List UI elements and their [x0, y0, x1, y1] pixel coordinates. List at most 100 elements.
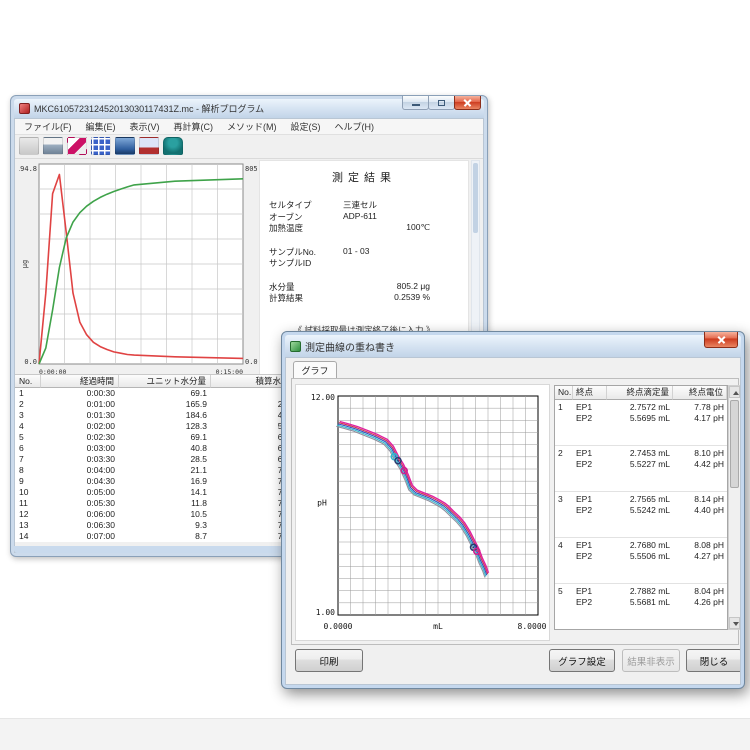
scroll-down-button[interactable]	[729, 617, 740, 629]
dialog-caption-buttons	[705, 332, 738, 348]
endpoint-table-scrollbar[interactable]	[728, 385, 741, 630]
endpoint-names: EP1EP2	[573, 400, 607, 445]
table-cell: 0:03:30	[41, 454, 119, 465]
endpoint-table-header: No.終点終点滴定量終点電位	[555, 386, 727, 400]
water-drift-chart: 194.8805.30.00.00:00:000:15:00μgμg	[19, 162, 271, 378]
table-cell: 5	[15, 432, 41, 443]
table-cell: 184.6	[119, 410, 211, 421]
table-cell: 21.1	[119, 465, 211, 476]
table-cell: 0:01:00	[41, 399, 119, 410]
endpoint-potentials: 8.14 pH4.40 pH	[673, 492, 727, 537]
close-icon	[463, 98, 472, 107]
close-dialog-button[interactable]: 閉じる	[686, 649, 741, 672]
table-cell: 69.1	[119, 388, 211, 399]
menu-item-4[interactable]: メソッド(M)	[220, 120, 284, 133]
graph-settings-button[interactable]: グラフ設定	[549, 649, 615, 672]
svg-text:0.0000: 0.0000	[324, 622, 353, 631]
dialog-client-area: グラフ 12.001.00pH0.0000mL8.0000 No.終点終点滴定量…	[285, 357, 741, 685]
menu-item-0[interactable]: ファイル(F)	[17, 120, 79, 133]
table-cell: 1	[15, 388, 41, 399]
close-button[interactable]	[454, 96, 481, 110]
table-cell: 165.9	[119, 399, 211, 410]
table-cell: 28.5	[119, 454, 211, 465]
scrollbar-thumb[interactable]	[730, 400, 739, 488]
grid-icon[interactable]	[91, 137, 111, 155]
scroll-up-button[interactable]	[729, 386, 740, 398]
tab-graph[interactable]: グラフ	[293, 361, 337, 379]
column-header[interactable]: 終点電位	[673, 386, 727, 400]
maximize-icon	[438, 100, 445, 106]
menu-item-3[interactable]: 再計算(C)	[167, 120, 221, 133]
endpoint-row[interactable]: 5EP1EP22.7882 mL5.5681 mL8.04 pH4.26 pH	[555, 584, 727, 630]
menu-item-5[interactable]: 設定(S)	[284, 120, 328, 133]
table-cell: 6	[15, 443, 41, 454]
monitor-icon[interactable]	[115, 137, 135, 155]
endpoint-volumes: 2.7680 mL5.5506 mL	[607, 538, 673, 583]
result-value: 三連セル	[343, 199, 377, 211]
print-button[interactable]: 印刷	[295, 649, 363, 672]
endpoint-no: 1	[555, 400, 573, 445]
result-label: 計算結果	[269, 292, 303, 304]
endpoint-potentials: 8.08 pH4.27 pH	[673, 538, 727, 583]
column-header[interactable]: 終点滴定量	[607, 386, 673, 400]
report-icon[interactable]	[19, 137, 39, 155]
svg-text:8.0000: 8.0000	[518, 622, 547, 631]
window-title: MKC610572312452013030117431Z.mc - 解析プログラ…	[34, 102, 264, 115]
endpoint-row[interactable]: 4EP1EP22.7680 mL5.5506 mL8.08 pH4.27 pH	[555, 538, 727, 584]
results-rows: セルタイプ三連セルオーブンADP-611加熱温度100℃サンプルNo.01 - …	[260, 185, 468, 304]
table-cell: 10.5	[119, 509, 211, 520]
print-icon[interactable]	[43, 137, 63, 155]
table-cell: 8	[15, 465, 41, 476]
pen-icon[interactable]	[67, 137, 87, 155]
svg-text:1.00: 1.00	[316, 608, 335, 617]
table-cell: 0:01:30	[41, 410, 119, 421]
result-value: 01 - 03	[343, 246, 369, 256]
table-cell: 0:02:30	[41, 432, 119, 443]
result-row: サンプルID	[260, 257, 468, 269]
dialog-icon	[290, 341, 301, 352]
app-icon	[19, 103, 30, 114]
table-cell: 0:06:30	[41, 520, 119, 531]
scrollbar-thumb[interactable]	[473, 163, 478, 233]
endpoint-volumes: 2.7882 mL5.5681 mL	[607, 584, 673, 629]
dialog-title: 測定曲線の重ね書き	[305, 339, 395, 354]
dialog-titlebar[interactable]: 測定曲線の重ね書き	[285, 335, 741, 357]
desktop: MKC610572312452013030117431Z.mc - 解析プログラ…	[0, 0, 750, 750]
maximize-button[interactable]	[428, 96, 455, 110]
column-header[interactable]: 経過時間	[41, 375, 119, 388]
menu-item-1[interactable]: 編集(E)	[79, 120, 123, 133]
table-cell: 0:00:30	[41, 388, 119, 399]
table-cell: 10	[15, 487, 41, 498]
column-header[interactable]: ユニット水分量	[119, 375, 211, 388]
table-icon[interactable]	[139, 137, 159, 155]
result-label: セルタイプ	[269, 199, 312, 211]
person-icon[interactable]	[163, 137, 183, 155]
endpoint-row[interactable]: 2EP1EP22.7453 mL5.5227 mL8.10 pH4.42 pH	[555, 446, 727, 492]
svg-text:μg: μg	[21, 260, 29, 268]
dialog-close-button[interactable]	[704, 332, 738, 348]
menu-item-2[interactable]: 表示(V)	[123, 120, 167, 133]
endpoint-potentials: 8.10 pH4.42 pH	[673, 446, 727, 491]
minimize-icon	[412, 104, 420, 106]
menu-item-6[interactable]: ヘルプ(H)	[328, 120, 382, 133]
endpoint-names: EP1EP2	[573, 538, 607, 583]
result-label: サンプルNo.	[269, 246, 316, 258]
table-cell: 69.1	[119, 432, 211, 443]
endpoint-no: 3	[555, 492, 573, 537]
endpoint-names: EP1EP2	[573, 446, 607, 491]
endpoint-row[interactable]: 3EP1EP22.7565 mL5.5242 mL8.14 pH4.40 pH	[555, 492, 727, 538]
column-header[interactable]: No.	[15, 375, 41, 388]
endpoint-row[interactable]: 1EP1EP22.7572 mL5.5695 mL7.78 pH4.17 pH	[555, 400, 727, 446]
table-cell: 0:02:00	[41, 421, 119, 432]
endpoint-potentials: 8.04 pH4.26 pH	[673, 584, 727, 629]
svg-text:0.0: 0.0	[24, 358, 37, 366]
minimize-button[interactable]	[402, 96, 429, 110]
column-header[interactable]: 終点	[573, 386, 607, 400]
column-header[interactable]: No.	[555, 386, 573, 400]
table-cell: 0:05:30	[41, 498, 119, 509]
titration-graph-box: 12.001.00pH0.0000mL8.0000	[295, 384, 550, 641]
endpoint-no: 4	[555, 538, 573, 583]
table-cell: 0:03:00	[41, 443, 119, 454]
result-row: サンプルNo. 01 - 03	[260, 246, 468, 258]
toolbar	[15, 135, 483, 159]
